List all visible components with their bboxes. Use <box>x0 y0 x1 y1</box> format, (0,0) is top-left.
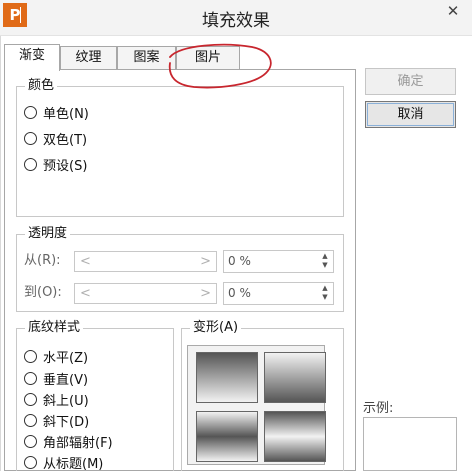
radio-from-title[interactable]: 从标题(M) <box>24 453 103 471</box>
radio-button[interactable] <box>24 157 37 171</box>
radio-horizontal[interactable]: 水平(Z) <box>24 347 89 366</box>
radio-label: 单色(N) <box>43 106 89 122</box>
radio-label: 预设(S) <box>43 158 88 174</box>
shading-styles-title: 底纹样式 <box>25 320 84 336</box>
tab-texture[interactable]: 纹理 <box>60 46 117 70</box>
sample-label: 示例: <box>363 401 394 416</box>
close-icon[interactable]: ✕ <box>440 0 466 24</box>
from-transparency-value[interactable]: 0 % <box>228 251 251 272</box>
ok-button[interactable]: 确定 <box>365 68 456 95</box>
radio-button[interactable] <box>24 371 37 385</box>
variant-tile[interactable] <box>196 352 258 403</box>
slider-right-arrow-icon[interactable]: > <box>200 284 211 303</box>
tab-gradient[interactable]: 渐变 <box>4 44 60 71</box>
from-transparency-slider[interactable]: < > <box>74 251 217 272</box>
radio-one-color[interactable]: 单色(N) <box>24 103 89 122</box>
tab-pattern[interactable]: 图案 <box>117 46 176 70</box>
slider-right-arrow-icon[interactable]: > <box>200 252 211 271</box>
variants-group-title: 变形(A) <box>190 320 242 336</box>
radio-button[interactable] <box>24 349 37 363</box>
radio-diagonal-down[interactable]: 斜下(D) <box>24 411 90 430</box>
radio-label: 双色(T) <box>43 132 88 148</box>
variant-tile[interactable] <box>264 411 326 462</box>
radio-label: 水平(Z) <box>43 350 89 366</box>
title-bar: P 填充效果 ✕ <box>0 0 472 36</box>
radio-preset[interactable]: 预设(S) <box>24 155 88 174</box>
radio-button[interactable] <box>24 105 37 119</box>
variant-tile[interactable] <box>264 352 326 403</box>
slider-left-arrow-icon[interactable]: < <box>80 284 91 303</box>
radio-button[interactable] <box>24 455 37 469</box>
from-label: 从(R): <box>24 253 61 268</box>
tab-picture[interactable]: 图片 <box>176 46 240 70</box>
radio-button[interactable] <box>24 434 37 448</box>
radio-diagonal-up[interactable]: 斜上(U) <box>24 390 89 409</box>
transparency-group-title: 透明度 <box>25 226 71 242</box>
radio-button[interactable] <box>24 131 37 145</box>
radio-button[interactable] <box>24 392 37 406</box>
color-group-title: 颜色 <box>25 78 58 94</box>
radio-label: 角部辐射(F) <box>43 435 113 451</box>
window-title: 填充效果 <box>202 11 270 31</box>
spinner-up-down-icon[interactable]: ▲ ▼ <box>320 284 330 303</box>
to-transparency-slider[interactable]: < > <box>74 283 217 304</box>
radio-button[interactable] <box>24 413 37 427</box>
to-transparency-spinner[interactable]: 0 % ▲ ▼ <box>223 282 334 305</box>
from-transparency-spinner[interactable]: 0 % ▲ ▼ <box>223 250 334 273</box>
to-transparency-value[interactable]: 0 % <box>228 283 251 304</box>
variant-tile[interactable] <box>196 411 258 462</box>
radio-vertical[interactable]: 垂直(V) <box>24 369 89 388</box>
to-label: 到(O): <box>24 285 62 300</box>
slider-left-arrow-icon[interactable]: < <box>80 252 91 271</box>
spinner-up-down-icon[interactable]: ▲ ▼ <box>320 252 330 271</box>
radio-label: 斜上(U) <box>43 393 89 409</box>
radio-label: 垂直(V) <box>43 372 89 388</box>
radio-label: 斜下(D) <box>43 414 90 430</box>
cancel-button[interactable]: 取消 <box>365 101 456 128</box>
radio-label: 从标题(M) <box>43 456 104 471</box>
sample-preview <box>363 417 457 471</box>
radio-two-colors[interactable]: 双色(T) <box>24 129 88 148</box>
radio-from-corner[interactable]: 角部辐射(F) <box>24 432 113 451</box>
